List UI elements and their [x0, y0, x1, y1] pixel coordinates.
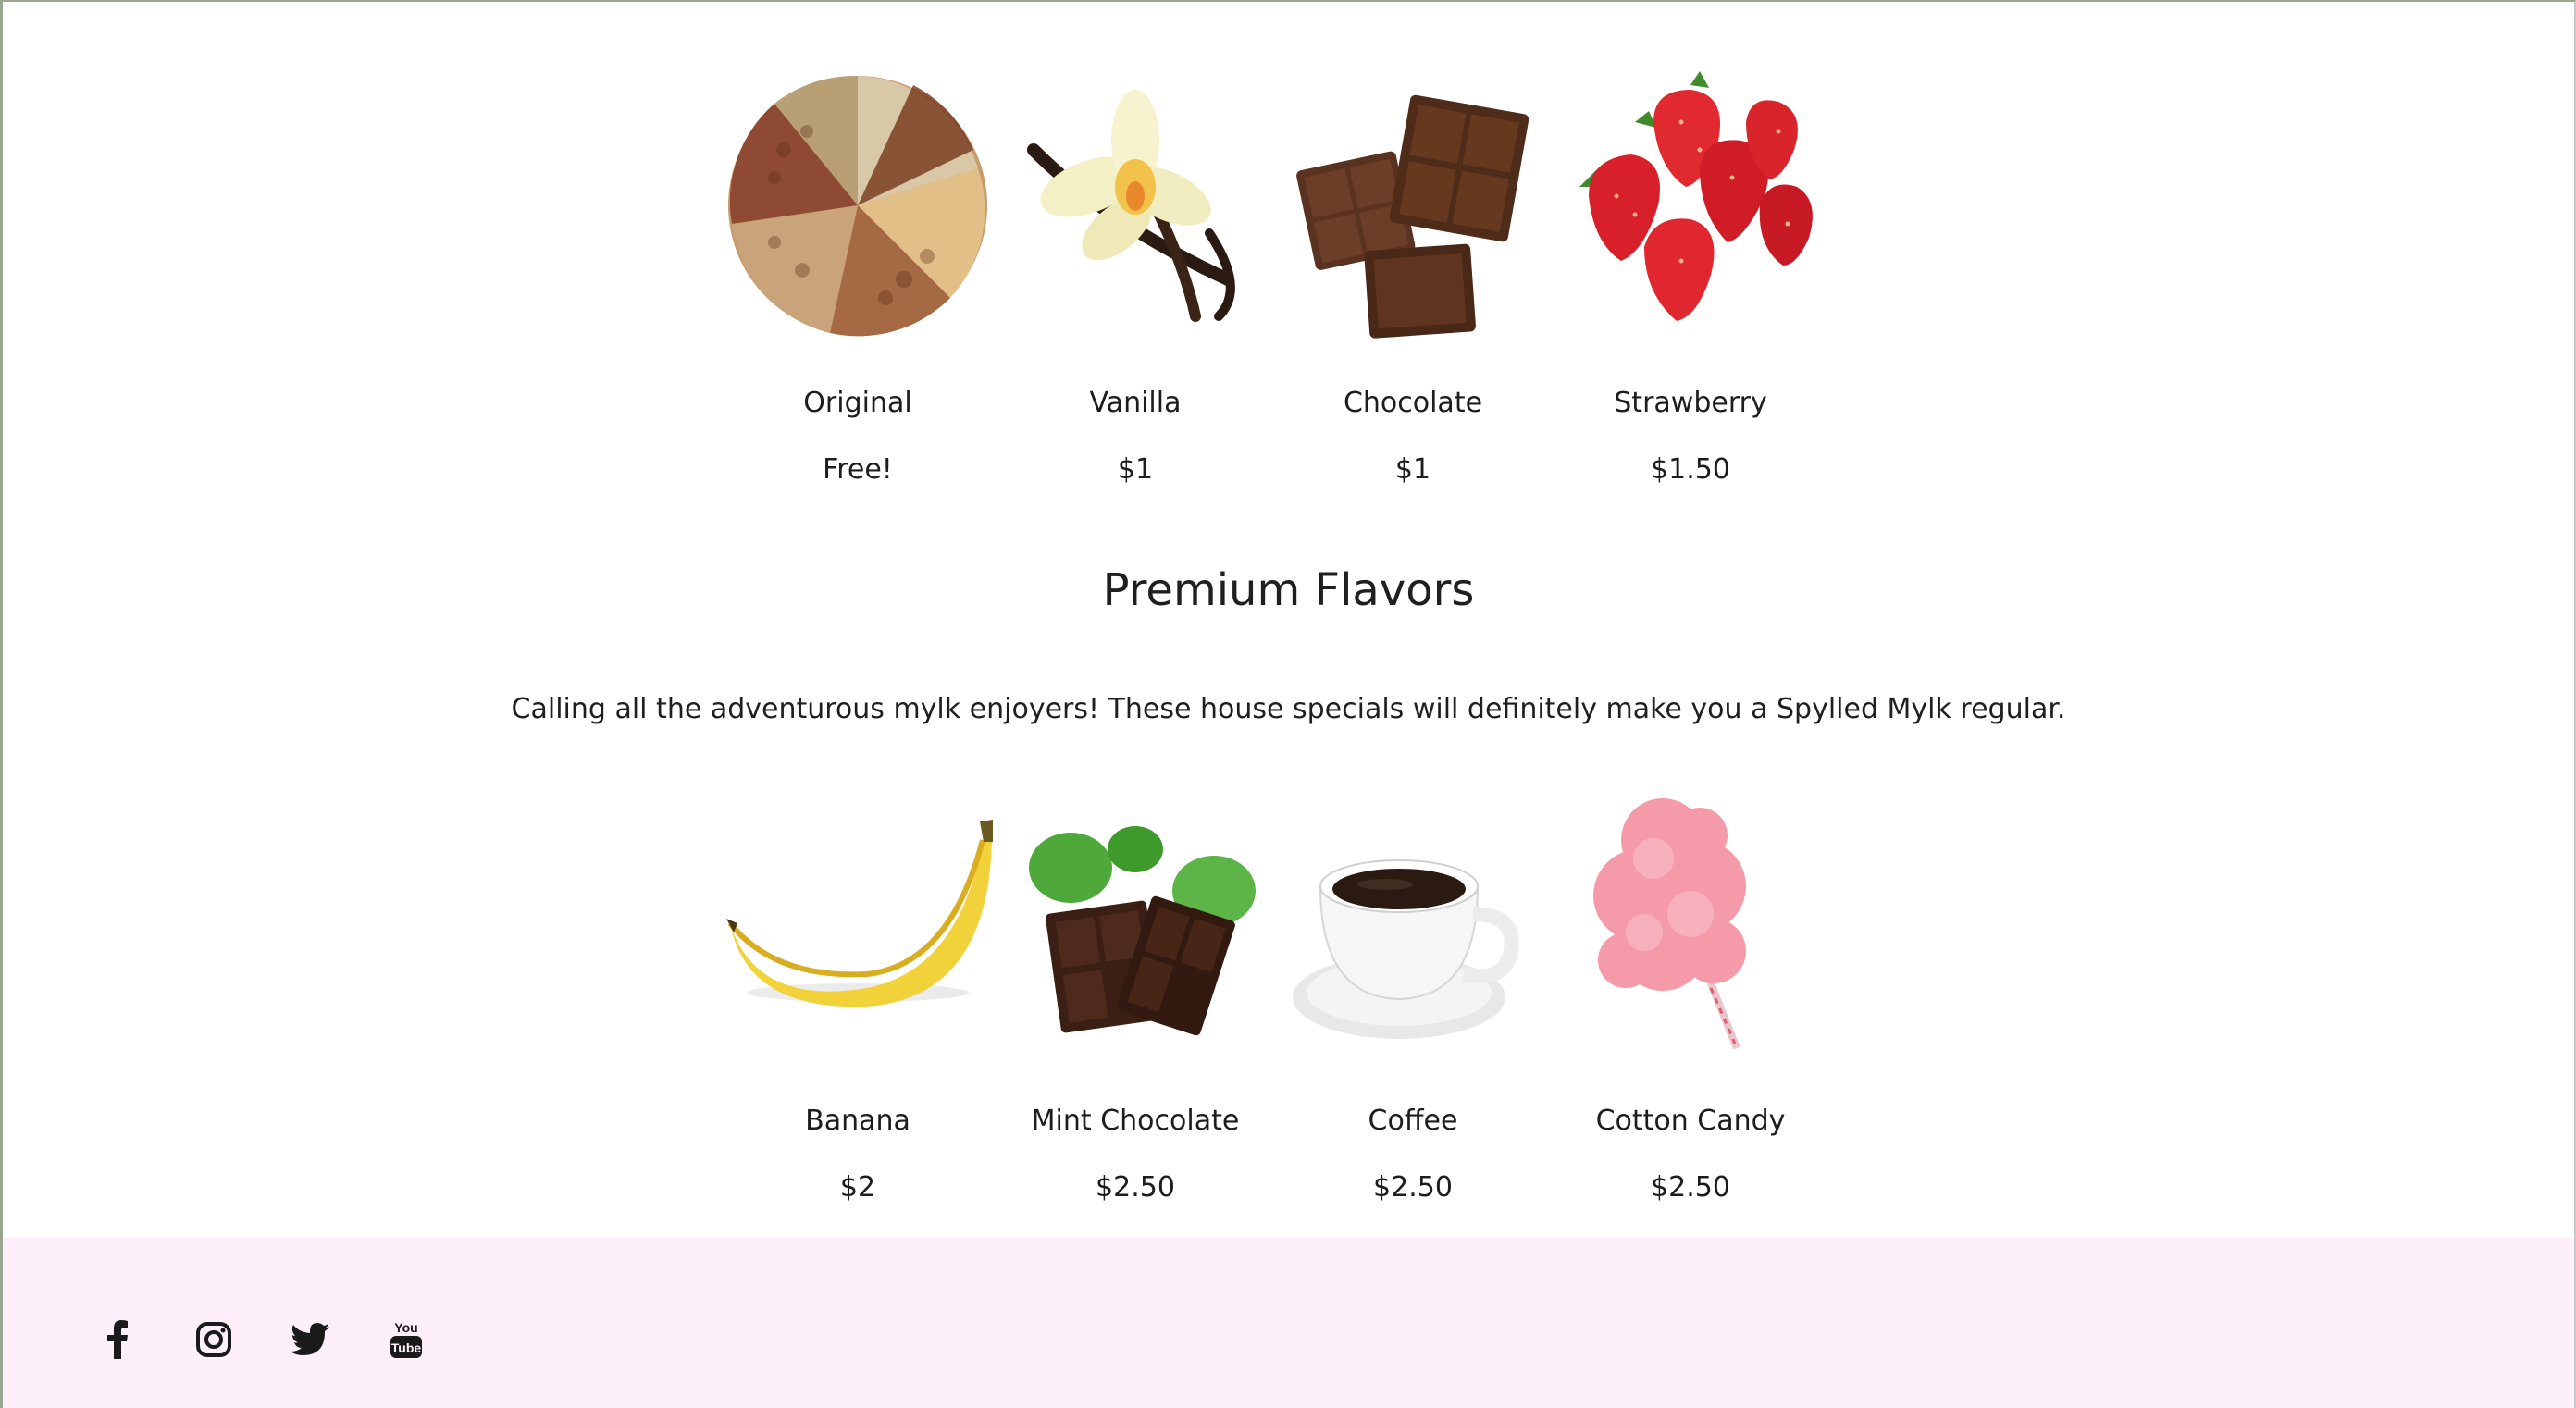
facebook-icon[interactable]: [95, 1317, 140, 1362]
flavor-price: $2: [839, 1171, 876, 1204]
instagram-icon[interactable]: [192, 1317, 236, 1362]
flavor-name: Banana: [805, 1105, 910, 1137]
social-links: You Tube: [95, 1317, 428, 1362]
flavor-name: Coffee: [1368, 1105, 1458, 1137]
flavor-name: Strawberry: [1614, 387, 1767, 419]
flavor-name: Vanilla: [1089, 387, 1182, 419]
flavor-name: Original: [803, 387, 912, 419]
coffee-cup-image: [1274, 784, 1552, 1062]
flavor-card-vanilla[interactable]: Vanilla $1: [997, 67, 1274, 488]
flavor-card-cotton-candy[interactable]: Cotton Candy $2.50: [1552, 784, 1829, 1206]
premium-section-description: Calling all the adventurous mylk enjoyer…: [511, 693, 2066, 725]
svg-text:Tube: Tube: [391, 1340, 422, 1355]
vanilla-flower-image: [997, 67, 1274, 344]
flavor-price: $1: [1117, 453, 1154, 486]
cotton-candy-image: [1552, 784, 1829, 1062]
flavor-price: $2.50: [1373, 1171, 1453, 1204]
flavor-price: $2.50: [1651, 1171, 1730, 1204]
svg-text:You: You: [394, 1320, 417, 1335]
footer: You Tube: [3, 1238, 2574, 1408]
mixed-nuts-image: [719, 67, 997, 344]
premium-section-title: Premium Flavors: [1102, 564, 1475, 616]
chocolate-pieces-image: [1274, 67, 1552, 344]
mint-chocolate-image: [997, 784, 1274, 1062]
flavor-price: $2.50: [1096, 1171, 1175, 1204]
flavor-name: Mint Chocolate: [1031, 1105, 1240, 1137]
banana-image: [719, 784, 997, 1062]
flavor-price: Free!: [823, 453, 893, 486]
flavor-card-strawberry[interactable]: Strawberry $1.50: [1552, 67, 1829, 488]
standard-flavors-grid: Original Free! Vanilla $1 Chocolate $1 S…: [719, 67, 1829, 488]
flavor-card-mint-chocolate[interactable]: Mint Chocolate $2.50: [997, 784, 1274, 1206]
strawberries-image: [1552, 67, 1829, 344]
flavor-name: Cotton Candy: [1595, 1105, 1786, 1137]
flavor-card-coffee[interactable]: Coffee $2.50: [1274, 784, 1552, 1206]
twitter-icon[interactable]: [288, 1317, 332, 1362]
flavor-card-original[interactable]: Original Free!: [719, 67, 997, 488]
flavor-price: $1.50: [1651, 453, 1730, 486]
browser-window: Original Free! Vanilla $1 Chocolate $1 S…: [0, 0, 2576, 1408]
flavor-card-chocolate[interactable]: Chocolate $1: [1274, 67, 1552, 488]
flavor-name: Chocolate: [1343, 387, 1483, 419]
flavor-price: $1: [1394, 453, 1431, 486]
youtube-icon[interactable]: You Tube: [384, 1317, 428, 1362]
premium-flavors-grid: Banana $2 Mint Chocolate $2.50 Coffee $2…: [719, 784, 1829, 1206]
flavor-card-banana[interactable]: Banana $2: [719, 784, 997, 1206]
